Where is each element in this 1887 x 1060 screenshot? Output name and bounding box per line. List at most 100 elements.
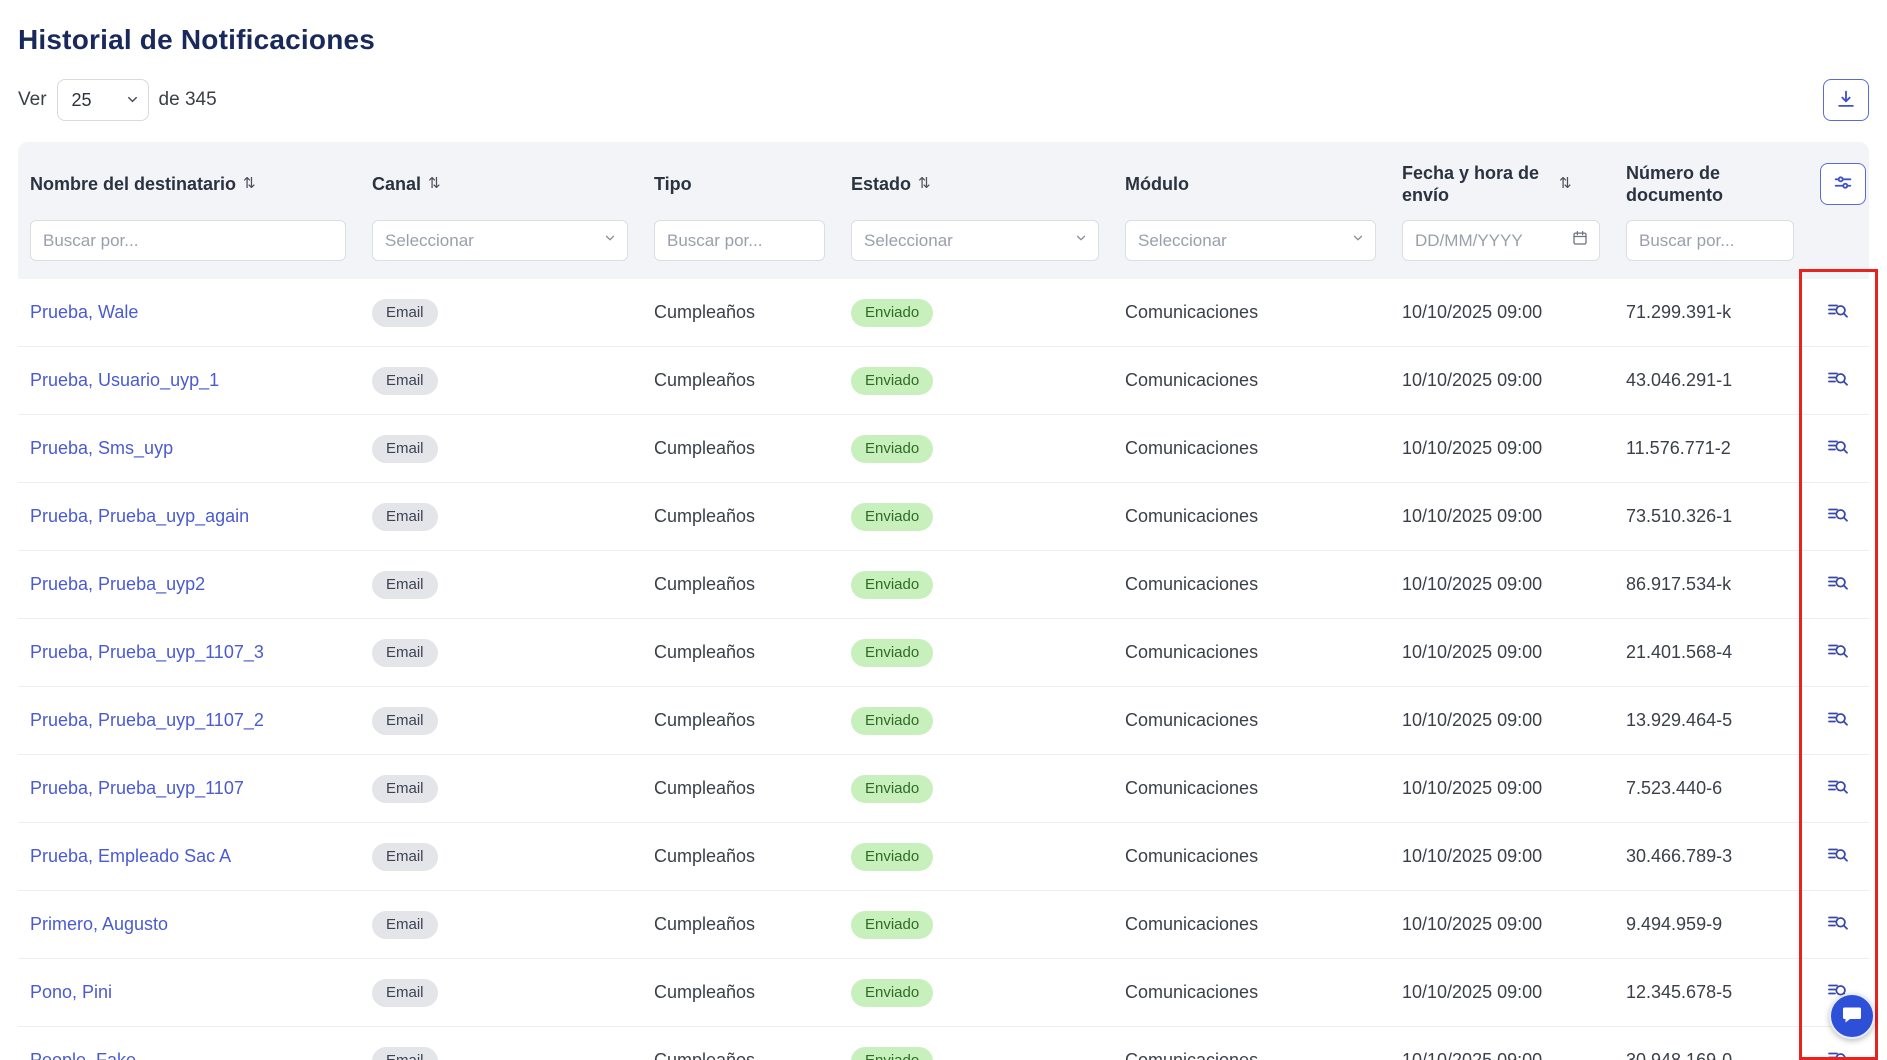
filter-fecha-date-input[interactable]: DD/MM/YYYY [1402, 220, 1600, 261]
type-cell: Cumpleaños [654, 642, 755, 662]
document-number-cell: 13.929.464-5 [1626, 710, 1732, 730]
sent-datetime-cell: 10/10/2025 09:00 [1402, 642, 1542, 662]
filter-estado-select[interactable]: Seleccionar [851, 220, 1099, 261]
type-cell: Cumpleaños [654, 1050, 755, 1060]
type-cell: Cumpleaños [654, 778, 755, 798]
page-size-select[interactable]: 25 [57, 79, 149, 121]
channel-badge: Email [372, 843, 438, 871]
column-header-canal[interactable]: Canal ⇅ [360, 173, 642, 196]
recipient-name-link[interactable]: Prueba, Prueba_uyp2 [30, 574, 205, 594]
status-badge: Enviado [851, 639, 933, 667]
view-details-icon [1826, 707, 1850, 734]
document-number-cell: 86.917.534-k [1626, 574, 1731, 594]
column-header-nombre[interactable]: Nombre del destinatario ⇅ [18, 173, 360, 196]
filter-canal-select[interactable]: Seleccionar [372, 220, 628, 261]
document-number-cell: 43.046.291-1 [1626, 370, 1732, 390]
view-details-button[interactable] [1820, 1043, 1856, 1060]
column-header-tipo: Tipo [642, 173, 839, 196]
view-details-button[interactable] [1820, 635, 1856, 671]
view-details-icon [1826, 639, 1850, 666]
view-details-button[interactable] [1820, 703, 1856, 739]
export-download-button[interactable] [1823, 79, 1869, 121]
notifications-table: Nombre del destinatario ⇅ Canal ⇅ Tipo E… [18, 142, 1869, 1060]
recipient-name-link[interactable]: Prueba, Prueba_uyp_1107 [30, 778, 244, 798]
table-row: Prueba, Sms_uyp Email Cumpleaños Enviado… [18, 415, 1869, 483]
view-details-button[interactable] [1820, 431, 1856, 467]
channel-badge: Email [372, 979, 438, 1007]
chat-widget-button[interactable] [1829, 993, 1875, 1039]
document-number-cell: 73.510.326-1 [1626, 506, 1732, 526]
sent-datetime-cell: 10/10/2025 09:00 [1402, 506, 1542, 526]
document-number-cell: 30.948.169-0 [1626, 1050, 1732, 1060]
view-details-button[interactable] [1820, 907, 1856, 943]
channel-badge: Email [372, 911, 438, 939]
view-details-button[interactable] [1820, 771, 1856, 807]
view-details-button[interactable] [1820, 363, 1856, 399]
recipient-name-link[interactable]: Prueba, Prueba_uyp_1107_2 [30, 710, 264, 730]
document-number-cell: 21.401.568-4 [1626, 642, 1732, 662]
recipient-name-link[interactable]: Prueba, Wale [30, 302, 138, 322]
channel-badge: Email [372, 571, 438, 599]
table-controls: Ver 25 de 345 [18, 78, 1869, 122]
status-badge: Enviado [851, 775, 933, 803]
table-row: Prueba, Wale Email Cumpleaños Enviado Co… [18, 279, 1869, 347]
status-badge: Enviado [851, 1047, 933, 1060]
view-details-icon [1826, 367, 1850, 394]
recipient-name-link[interactable]: Prueba, Empleado Sac A [30, 846, 231, 866]
view-details-button[interactable] [1820, 839, 1856, 875]
filters-row: Seleccionar Seleccionar [18, 220, 1869, 261]
sent-datetime-cell: 10/10/2025 09:00 [1402, 982, 1542, 1002]
sent-datetime-cell: 10/10/2025 09:00 [1402, 370, 1542, 390]
view-details-button[interactable] [1820, 295, 1856, 331]
channel-badge: Email [372, 639, 438, 667]
notifications-history-page: Historial de Notificaciones Ver 25 de 34… [0, 0, 1887, 1060]
column-header-fecha[interactable]: Fecha y hora de envío ⇅ [1390, 162, 1614, 207]
table-row: Pono, Pini Email Cumpleaños Enviado Comu… [18, 959, 1869, 1027]
type-cell: Cumpleaños [654, 982, 755, 1002]
recipient-name-link[interactable]: Prueba, Sms_uyp [30, 438, 173, 458]
recipient-name-link[interactable]: Pono, Pini [30, 982, 112, 1002]
column-headers-row: Nombre del destinatario ⇅ Canal ⇅ Tipo E… [18, 158, 1869, 210]
type-cell: Cumpleaños [654, 370, 755, 390]
sent-datetime-cell: 10/10/2025 09:00 [1402, 1050, 1542, 1060]
recipient-name-link[interactable]: People, Fake [30, 1050, 136, 1060]
module-cell: Comunicaciones [1125, 982, 1258, 1002]
view-details-button[interactable] [1820, 567, 1856, 603]
module-cell: Comunicaciones [1125, 370, 1258, 390]
document-number-cell: 11.576.771-2 [1626, 438, 1731, 458]
module-cell: Comunicaciones [1125, 846, 1258, 866]
filter-sliders-icon [1832, 172, 1854, 197]
module-cell: Comunicaciones [1125, 642, 1258, 662]
table-row: Prueba, Prueba_uyp_again Email Cumpleaño… [18, 483, 1869, 551]
column-header-estado[interactable]: Estado ⇅ [839, 173, 1113, 196]
module-cell: Comunicaciones [1125, 574, 1258, 594]
table-row: Prueba, Empleado Sac A Email Cumpleaños … [18, 823, 1869, 891]
sent-datetime-cell: 10/10/2025 09:00 [1402, 438, 1542, 458]
chevron-down-icon [603, 231, 617, 250]
filter-nombre-input[interactable] [30, 220, 346, 261]
column-header-modulo: Módulo [1113, 173, 1390, 196]
document-number-cell: 9.494.959-9 [1626, 914, 1722, 934]
document-number-cell: 71.299.391-k [1626, 302, 1731, 322]
calendar-icon [1571, 229, 1589, 252]
sort-icon: ⇅ [1559, 175, 1572, 194]
recipient-name-link[interactable]: Prueba, Usuario_uyp_1 [30, 370, 219, 390]
filter-modulo-select[interactable]: Seleccionar [1125, 220, 1376, 261]
type-cell: Cumpleaños [654, 506, 755, 526]
recipient-name-link[interactable]: Prueba, Prueba_uyp_1107_3 [30, 642, 264, 662]
page-size-select-wrap: 25 [57, 79, 149, 121]
filter-documento-input[interactable] [1626, 220, 1794, 261]
recipient-name-link[interactable]: Primero, Augusto [30, 914, 168, 934]
column-header-documento: Número de documento [1614, 162, 1808, 207]
type-cell: Cumpleaños [654, 846, 755, 866]
sort-icon: ⇅ [243, 175, 256, 194]
table-row: Prueba, Prueba_uyp_1107 Email Cumpleaños… [18, 755, 1869, 823]
table-row: People, Fake Email Cumpleaños Enviado Co… [18, 1027, 1869, 1060]
status-badge: Enviado [851, 979, 933, 1007]
view-details-button[interactable] [1820, 499, 1856, 535]
module-cell: Comunicaciones [1125, 914, 1258, 934]
filter-tipo-input[interactable] [654, 220, 825, 261]
channel-badge: Email [372, 435, 438, 463]
table-settings-button[interactable] [1820, 163, 1866, 205]
recipient-name-link[interactable]: Prueba, Prueba_uyp_again [30, 506, 249, 526]
